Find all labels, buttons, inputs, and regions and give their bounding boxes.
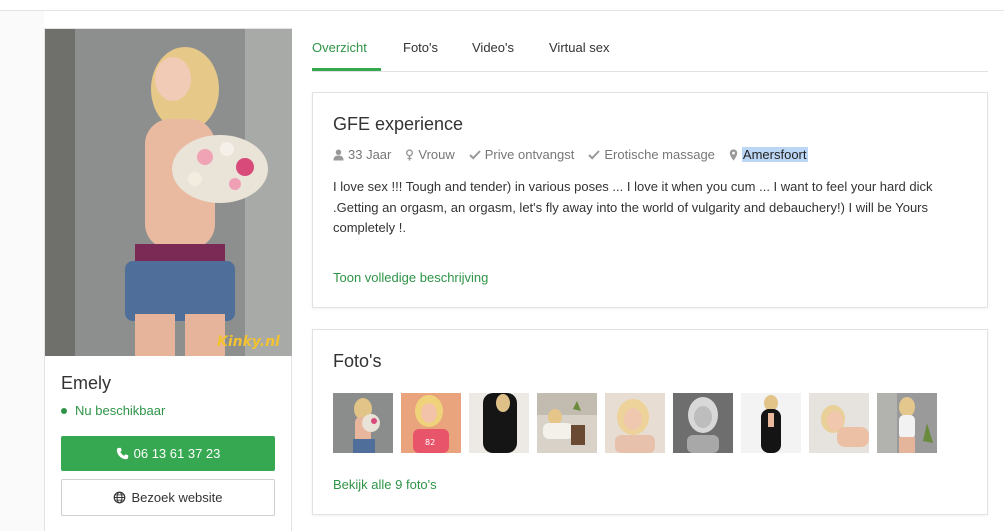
svg-text:Kinky.nl: Kinky.nl	[217, 334, 280, 350]
phone-number: 06 13 61 37 23	[133, 446, 221, 461]
photos-card: Foto's 82 Bekijk alle 9 foto's	[312, 329, 988, 515]
photo-thumbnail[interactable]: 82	[401, 393, 461, 453]
map-marker-icon	[729, 148, 738, 161]
left-gutter	[0, 11, 44, 531]
age-label: 33 Jaar	[348, 147, 392, 162]
tab-overzicht[interactable]: Overzicht	[312, 40, 367, 55]
photo-thumbnail[interactable]	[877, 393, 937, 453]
tab-videos[interactable]: Video's	[472, 40, 514, 55]
profile-card: Kinky.nl Emely Nu beschikbaar 06 13 61 3…	[44, 28, 292, 531]
photo-thumbnail[interactable]	[741, 393, 801, 453]
profile-tabs: Overzicht Foto's Video's Virtual sex	[312, 30, 988, 72]
location-label[interactable]: Amersfoort	[741, 147, 808, 162]
svg-text:82: 82	[425, 438, 435, 447]
visit-website-label: Bezoek website	[131, 490, 223, 505]
tab-virtual-sex[interactable]: Virtual sex	[549, 40, 609, 55]
meta-location: Amersfoort	[729, 147, 808, 162]
visit-website-button[interactable]: Bezoek website	[61, 479, 275, 516]
photo-thumbnail[interactable]	[469, 393, 529, 453]
profile-meta: 33 Jaar Vrouw Prive ontvangst Erotische …	[333, 147, 822, 162]
service-massage-label: Erotische massage	[604, 147, 715, 162]
check-icon	[469, 150, 481, 160]
user-icon	[333, 149, 344, 160]
meta-service-prive: Prive ontvangst	[469, 147, 575, 162]
photo-thumbnail[interactable]	[809, 393, 869, 453]
photos-title: Foto's	[333, 351, 382, 371]
phone-icon	[116, 447, 128, 460]
photo-thumbnail[interactable]	[673, 393, 733, 453]
female-icon	[406, 148, 414, 161]
phone-button[interactable]: 06 13 61 37 23	[61, 436, 275, 471]
status-dot-icon	[61, 407, 67, 414]
profile-photo[interactable]: Kinky.nl	[45, 29, 292, 356]
photo-thumbnails: 82	[333, 393, 937, 453]
meta-age: 33 Jaar	[333, 147, 391, 162]
meta-service-massage: Erotische massage	[588, 147, 715, 162]
availability-status: Nu beschikbaar	[61, 403, 165, 418]
status-label: Nu beschikbaar	[75, 403, 166, 418]
photo-thumbnail[interactable]	[537, 393, 597, 453]
globe-icon	[114, 491, 126, 504]
photo-thumbnail[interactable]	[333, 393, 393, 453]
top-divider	[0, 10, 1004, 11]
view-all-photos-link[interactable]: Bekijk alle 9 foto's	[333, 477, 437, 492]
tab-fotos[interactable]: Foto's	[403, 40, 438, 55]
show-full-description-link[interactable]: Toon volledige beschrijving	[333, 270, 488, 285]
overview-card: GFE experience 33 Jaar Vrouw Prive ontva…	[312, 92, 988, 308]
meta-gender: Vrouw	[405, 147, 455, 162]
profile-photo-image: Kinky.nl	[45, 29, 292, 356]
photo-thumbnail[interactable]	[605, 393, 665, 453]
profile-name: Emely	[61, 373, 112, 393]
overview-title: GFE experience	[333, 114, 464, 134]
check-icon	[588, 150, 601, 160]
gender-label: Vrouw	[418, 147, 455, 162]
service-prive-label: Prive ontvangst	[484, 147, 575, 162]
active-tab-indicator	[312, 68, 381, 71]
profile-description: I love sex !!! Tough and tender) in vari…	[333, 179, 933, 235]
